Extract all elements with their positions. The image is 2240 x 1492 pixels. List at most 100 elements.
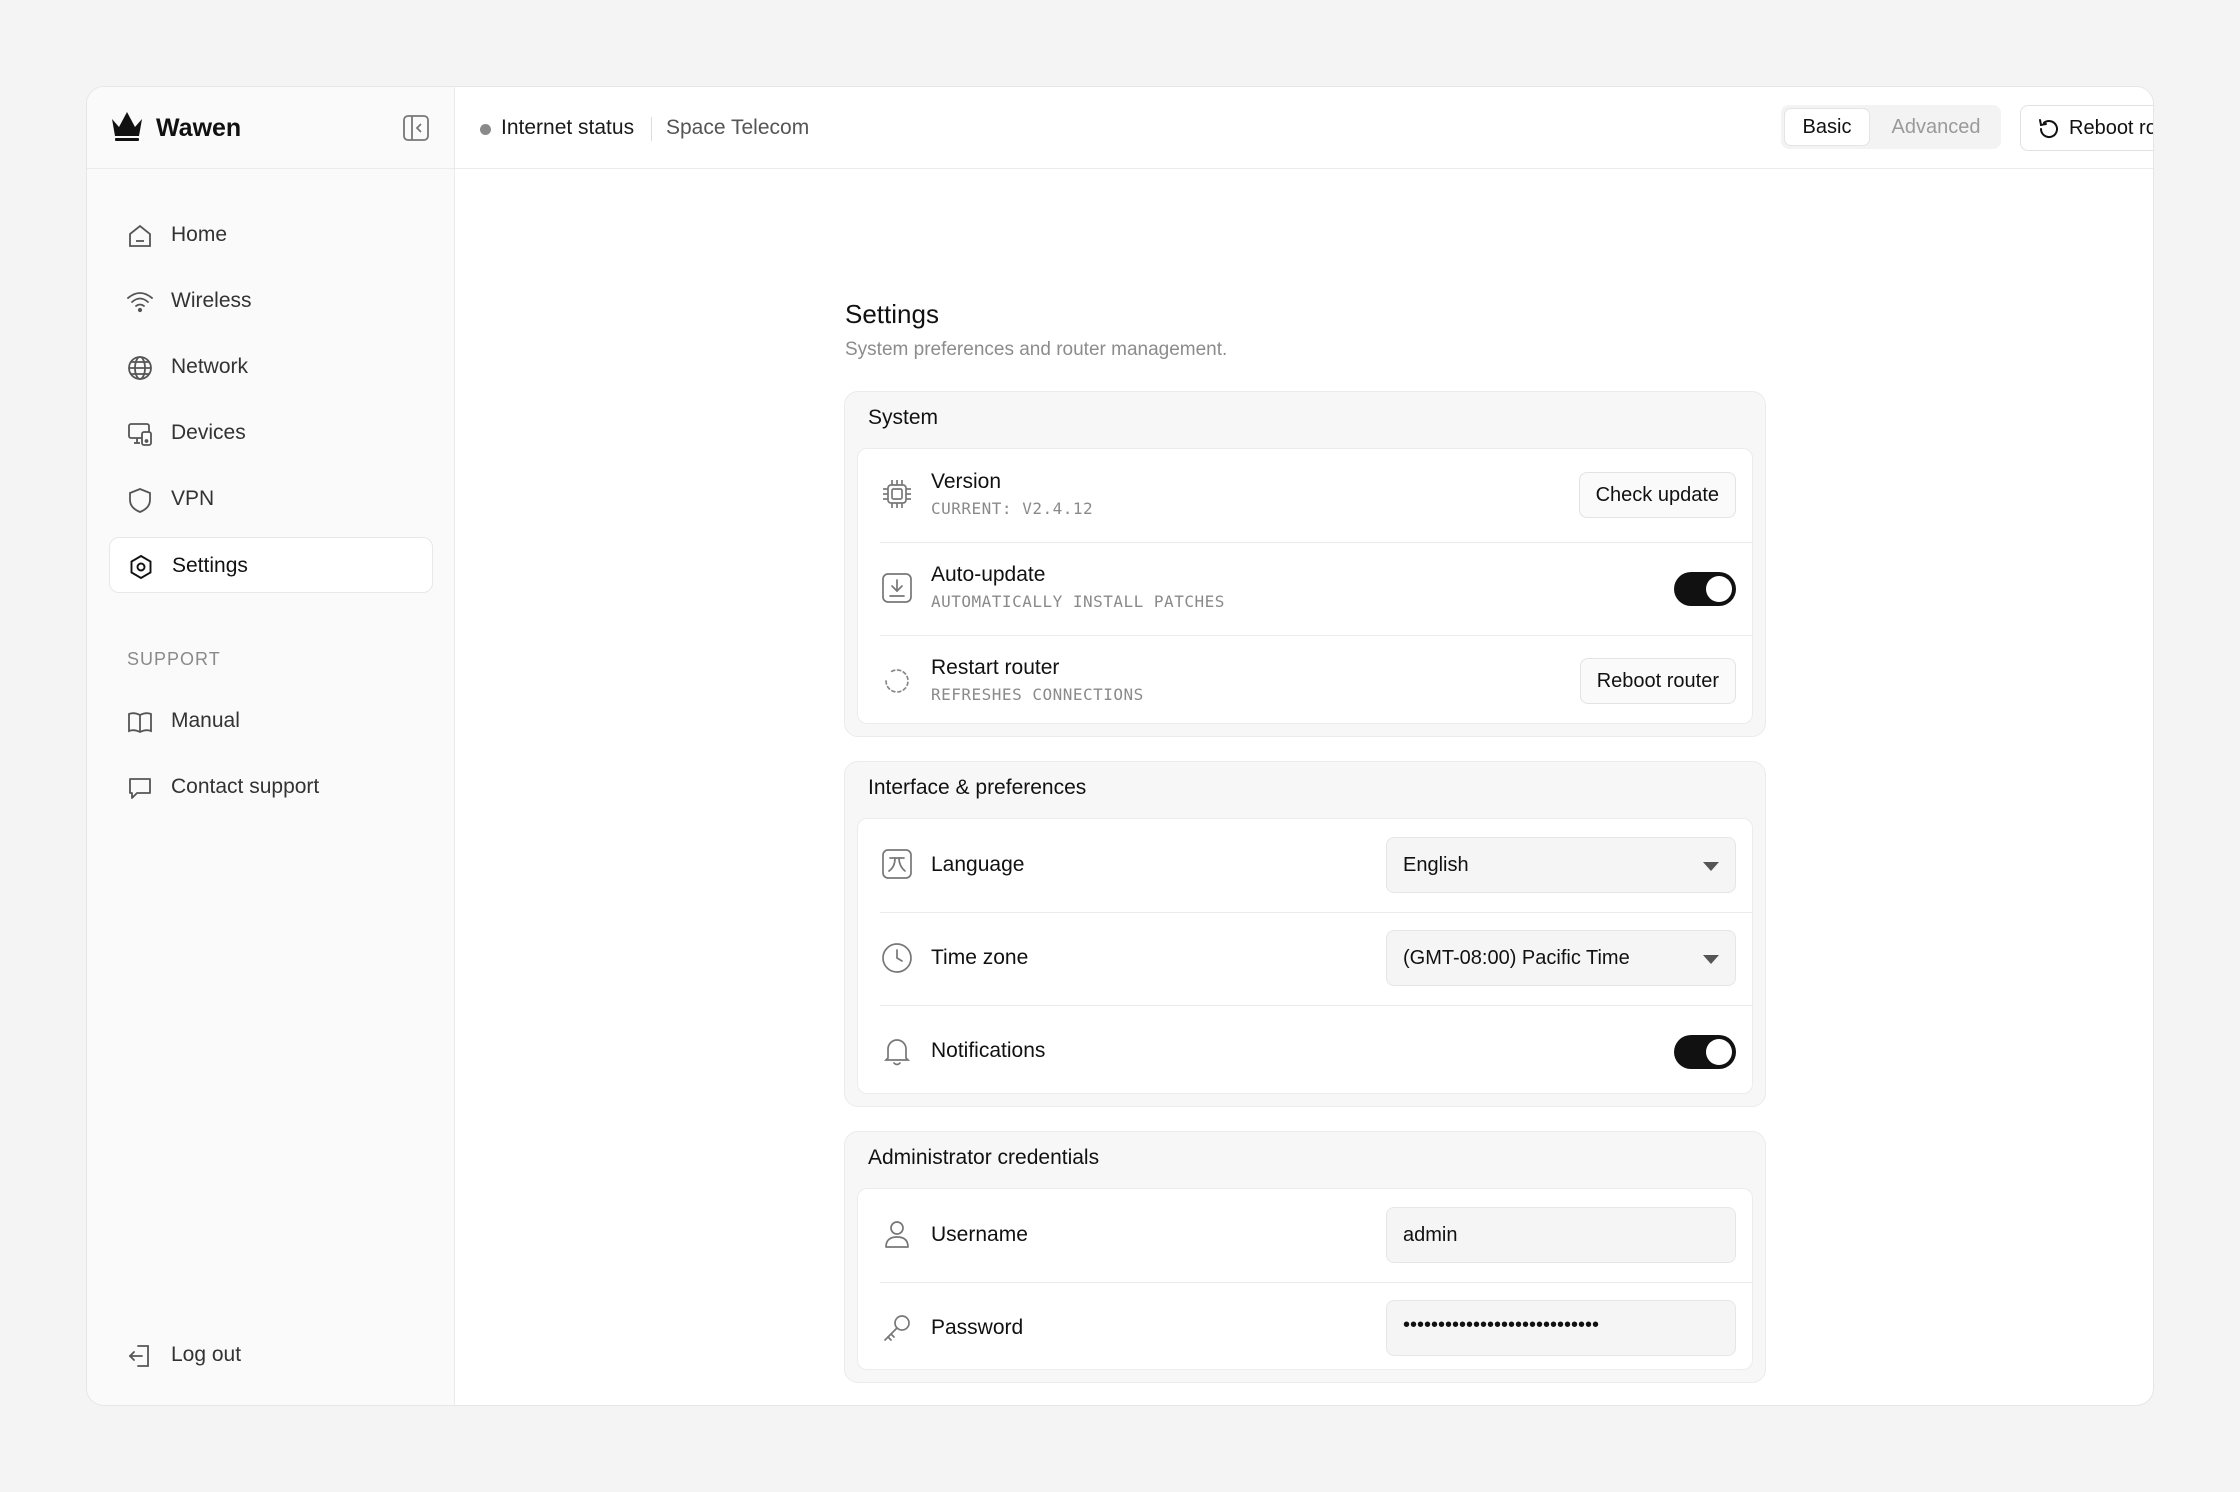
app-window: Wawen Home Wireless Network Devices VPN …: [86, 86, 2154, 1406]
key-icon: [880, 1311, 914, 1345]
language-row: Language English: [858, 819, 1752, 912]
chevron-down-icon: [1703, 955, 1719, 964]
sidebar-item-home[interactable]: Home: [109, 207, 433, 263]
logout-icon: [126, 1342, 154, 1370]
sidebar-item-label: Home: [171, 223, 228, 246]
devices-icon: [126, 420, 154, 448]
timezone-row: Time zone (GMT-08:00) Pacific Time: [858, 912, 1752, 1005]
logout-area: Log out: [109, 1327, 433, 1393]
username-field[interactable]: admin: [1386, 1207, 1736, 1263]
sidebar-item-label: Devices: [171, 421, 246, 444]
password-field[interactable]: ••••••••••••••••••••••••••••: [1386, 1300, 1736, 1356]
check-update-button[interactable]: Check update: [1578, 472, 1736, 518]
topbar-reboot-label: Reboot router: [2069, 117, 2153, 139]
sidebar-item-network[interactable]: Network: [109, 339, 433, 395]
logout-button[interactable]: Log out: [109, 1327, 433, 1383]
mode-advanced-tab[interactable]: Advanced: [1877, 108, 1995, 146]
sidebar-item-wireless[interactable]: Wireless: [109, 273, 433, 329]
sidebar-item-label: Settings: [172, 554, 248, 577]
support-section-label: SUPPORT: [127, 649, 221, 669]
sidebar-item-label: Manual: [171, 709, 240, 732]
timezone-value: (GMT-08:00) Pacific Time: [1403, 947, 1630, 969]
page-title: Settings: [845, 299, 939, 329]
sidebar-collapse-icon[interactable]: [402, 114, 430, 142]
row-divider: [880, 542, 1752, 543]
status-divider: [651, 117, 652, 141]
home-icon: [126, 222, 154, 250]
notifications-toggle[interactable]: [1674, 1035, 1736, 1069]
topbar: Internet status Space Telecom Basic Adva…: [455, 87, 2153, 169]
version-value: CURRENT: V2.4.12: [931, 499, 1094, 518]
row-divider: [880, 1005, 1752, 1006]
version-row: Version CURRENT: V2.4.12 Check update: [858, 449, 1752, 542]
crown-logo-icon: [109, 109, 145, 143]
chevron-down-icon: [1703, 862, 1719, 871]
restart-title: Restart router: [931, 656, 1060, 679]
bell-icon: [880, 1034, 914, 1068]
toggle-knob: [1706, 576, 1732, 602]
wifi-icon: [126, 288, 154, 316]
reboot-router-button[interactable]: Reboot router: [1579, 658, 1736, 704]
sidebar-item-label: VPN: [171, 487, 215, 510]
password-row: Password ••••••••••••••••••••••••••••: [858, 1282, 1752, 1375]
system-card-title: System: [868, 406, 939, 429]
sidebar-item-contact-support[interactable]: Contact support: [109, 759, 433, 815]
sidebar-nav: Home Wireless Network Devices VPN Settin…: [109, 207, 433, 603]
internet-status-dot: [480, 124, 491, 135]
system-card: System Version CURRENT: V2.4.12 Check up…: [844, 391, 1766, 737]
brand-header: Wawen: [87, 87, 455, 169]
refresh-icon: [2037, 117, 2061, 141]
sidebar-item-manual[interactable]: Manual: [109, 693, 433, 749]
timezone-select[interactable]: (GMT-08:00) Pacific Time: [1386, 930, 1736, 986]
autoupdate-row: Auto-update AUTOMATICALLY INSTALL PATCHE…: [858, 542, 1752, 635]
notifications-row: Notifications: [858, 1005, 1752, 1098]
sidebar-item-settings[interactable]: Settings: [109, 537, 433, 593]
interface-card-title: Interface & preferences: [868, 776, 1087, 799]
language-label: Language: [931, 853, 1025, 876]
chat-icon: [126, 774, 154, 802]
sidebar-item-label: Network: [171, 355, 249, 378]
shield-icon: [126, 486, 154, 514]
credentials-card-body: Username admin Password ••••••••••••••••…: [857, 1188, 1753, 1370]
system-card-body: Version CURRENT: V2.4.12 Check update Au…: [857, 448, 1753, 724]
username-value: admin: [1403, 1224, 1458, 1246]
notifications-label: Notifications: [931, 1039, 1046, 1062]
password-value: ••••••••••••••••••••••••••••: [1403, 1314, 1600, 1336]
toggle-knob: [1706, 1039, 1732, 1065]
support-nav: Manual Contact support: [109, 693, 433, 825]
internet-status-label: Internet status: [501, 116, 635, 139]
username-row: Username admin: [858, 1189, 1752, 1282]
sidebar-item-label: Wireless: [171, 289, 252, 312]
globe-icon: [126, 354, 154, 382]
password-label: Password: [931, 1316, 1024, 1339]
interface-card: Interface & preferences Language English: [844, 761, 1766, 1107]
sidebar-item-vpn[interactable]: VPN: [109, 471, 433, 527]
translate-icon: [880, 847, 914, 881]
credentials-card-title: Administrator credentials: [868, 1146, 1100, 1169]
download-icon: [880, 571, 914, 605]
autoupdate-subtitle: AUTOMATICALLY INSTALL PATCHES: [931, 592, 1225, 611]
row-divider: [880, 1282, 1752, 1283]
sidebar: Wawen Home Wireless Network Devices VPN …: [87, 87, 455, 1405]
restart-subtitle: REFRESHES CONNECTIONS: [931, 685, 1144, 704]
book-icon: [126, 708, 154, 736]
language-value: English: [1403, 854, 1469, 876]
isp-name: Space Telecom: [666, 116, 810, 139]
interface-card-body: Language English Time zone (GMT-08:00) P…: [857, 818, 1753, 1094]
autoupdate-toggle[interactable]: [1674, 572, 1736, 606]
restart-row: Restart router REFRESHES CONNECTIONS Reb…: [858, 635, 1752, 728]
main-content: Settings System preferences and router m…: [455, 169, 2153, 1405]
topbar-reboot-button[interactable]: Reboot router: [2020, 105, 2153, 151]
language-select[interactable]: English: [1386, 837, 1736, 893]
mode-basic-tab[interactable]: Basic: [1784, 108, 1870, 146]
sidebar-item-devices[interactable]: Devices: [109, 405, 433, 461]
brand-name: Wawen: [156, 114, 242, 142]
row-divider: [880, 912, 1752, 913]
logout-label: Log out: [171, 1343, 242, 1366]
restart-icon: [880, 664, 914, 698]
clock-icon: [880, 941, 914, 975]
row-divider: [880, 635, 1752, 636]
version-title: Version: [931, 470, 1002, 493]
mode-switch: Basic Advanced: [1781, 105, 2001, 149]
gear-icon: [127, 553, 155, 581]
